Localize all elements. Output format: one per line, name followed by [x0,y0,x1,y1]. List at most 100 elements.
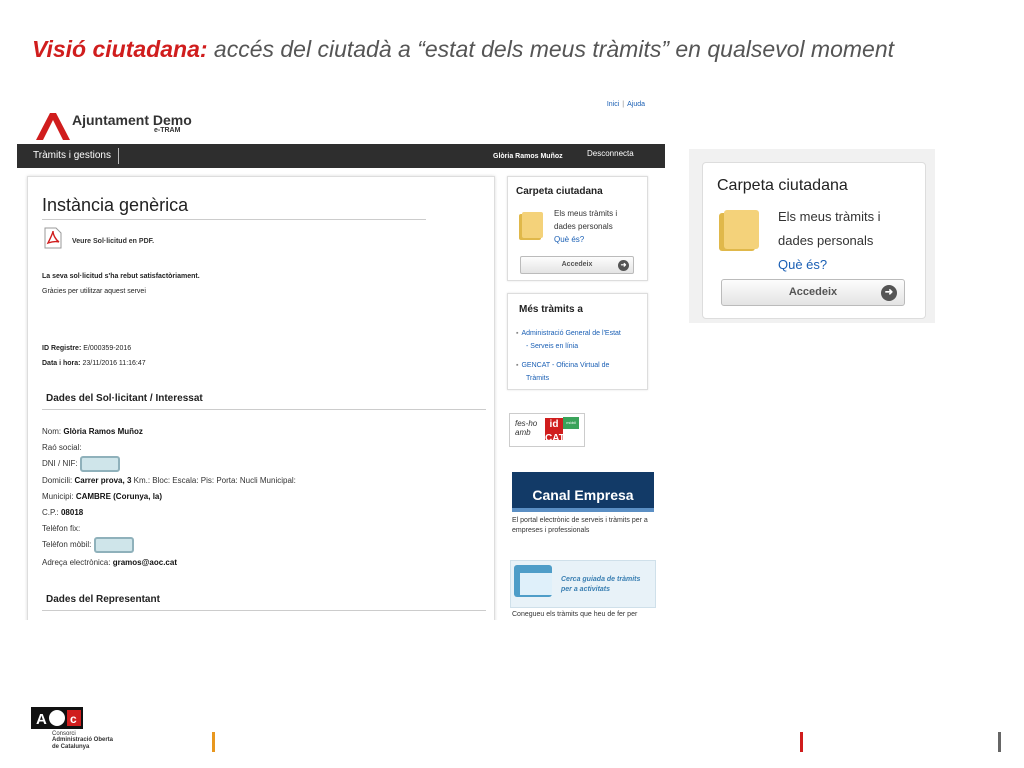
guide-line1: Cerca guiada de tràmits [561,576,641,583]
datetime-label: Data i hora: [42,360,81,367]
slide-title: Visió ciutadana: accés del ciutadà a “es… [32,36,894,63]
folder-icon [719,210,759,251]
menu-procedures[interactable]: Tràmits i gestions [33,150,111,161]
guided-search-banner[interactable]: Cerca guiada de tràmits per a activitats [510,560,656,608]
item1-line2: - Serveis en línia [526,342,579,350]
more-item-state[interactable]: ▪ Administració General de l'Estat - Serv… [516,328,621,353]
arrow-right-icon: ➜ [618,260,629,271]
zoom-desc-line1: Els meus tràmits i [778,209,881,224]
mobile-label: Telèfon mòbil: [42,540,92,550]
citizen-folder-panel: Carpeta ciutadana Els meus tràmits i dad… [507,176,648,281]
city-label: Municipi: [42,492,74,501]
canal-empresa-desc: El portal electrònic de serveis i tràmit… [512,517,648,535]
bullet-icon: ▪ [516,330,519,337]
idcat-banner[interactable]: fes-ho amb id CAT mòbil [509,413,585,447]
field-dni: DNI / NIF: [42,456,120,472]
user-name: Glòria Ramos Muñoz [493,153,563,160]
idcat-mobile: mòbil [563,417,579,429]
aoc-name: Consorci Administració Oberta de Catalun… [52,731,113,750]
company-label: Raó social: [42,443,82,452]
zip-value: 08018 [60,508,84,517]
registry-label: ID Registre: [42,345,82,352]
field-zip: C.P.: 08018 [42,508,83,517]
field-name: Nom: Glòria Ramos Muñoz [42,427,143,436]
registry-value: E/000359-2016 [83,345,132,352]
computer-icon [514,565,552,597]
svg-text:c: c [70,712,77,726]
canal-empresa-banner[interactable]: Canal Empresa [512,472,654,512]
more-item-gencat[interactable]: ▪ GENCAT - Oficina Virtual de Tràmits [516,360,609,385]
arrow-right-icon: ➜ [881,285,897,301]
pdf-icon[interactable] [44,227,62,249]
city-value: CAMBRE (Corunya, la) [75,492,163,501]
zoom-folder-desc: Els meus tràmits i dades personals Què é… [778,205,881,277]
ajuntament-logo-icon [36,113,70,140]
idcat-logo: id CAT [545,418,565,444]
success-message: La seva sol·licitud s'ha rebut satisfact… [42,273,200,280]
name-label: Nom: [42,427,62,436]
zoom-access-label: Accedeix [788,286,838,298]
citizen-folder-desc: Els meus tràmits i dades personals Què é… [554,207,617,247]
applicant-heading: Dades del Sol·licitant / Interessat [46,393,203,404]
name-value: Glòria Ramos Muñoz [63,427,143,436]
top-links: Inici | Ajuda [607,101,645,108]
address-value: Carrer prova, 3 [74,476,132,485]
phone-label: Telèfon fix: [42,524,81,533]
more-procedures-title: Més tràmits a [519,304,583,315]
logo-sub: e-TRAM [154,127,181,134]
folder-icon [519,212,543,240]
idcat-hand-line2: amb [515,427,531,437]
field-email: Adreça electrònica: gramos@aoc.cat [42,558,177,567]
aoc-line2: Administració Oberta [52,737,114,744]
help-link[interactable]: Ajuda [627,101,645,108]
guided-search-text: Cerca guiada de tràmits per a activitats [561,575,640,595]
pdf-link[interactable]: Veure Sol·licitud en PDF. [72,238,154,245]
link-separator: | [622,101,625,108]
email-label: Adreça electrònica: [42,558,111,567]
field-company: Raó social: [42,443,82,452]
zoomed-citizen-folder-card: Carpeta ciutadana Els meus tràmits i dad… [702,162,926,319]
item2-line1: GENCAT - Oficina Virtual de [521,362,610,369]
dni-masked [79,456,120,472]
guide-line2: per a activitats [561,586,611,594]
access-label: Accedeix [561,261,593,268]
slide-title-rest: accés del ciutadà a “estat dels meus trà… [207,36,895,62]
address-rest: Km.: Bloc: Escala: Pis: Porta: Nucli Mun… [133,476,296,485]
thanks-message: Gràcies per utilitzar aquest servei [42,288,146,295]
mobile-masked [93,537,134,553]
title-divider [42,219,426,220]
email-value: gramos@aoc.cat [112,558,177,567]
zoom-access-button[interactable]: Accedeix ➜ [721,279,905,306]
field-address: Domicili: Carrer prova, 3 Km.: Bloc: Esc… [42,476,296,485]
main-content: Instància genèrica Veure Sol·licitud en … [27,176,495,620]
slide-title-bold: Visió ciutadana: [32,36,208,62]
footer-bar-red [800,732,803,752]
registry-id: ID Registre: E/000359-2016 [42,345,131,352]
zoom-desc-line2: dades personals [778,233,874,248]
access-button[interactable]: Accedeix ➜ [520,256,634,274]
zoom-folder-title: Carpeta ciutadana [717,177,848,194]
zip-label: C.P.: [42,508,59,517]
navbar: Tràmits i gestions Glòria Ramos Muñoz De… [17,144,665,168]
aoc-line3: de Catalunya [52,743,90,750]
zoomed-citizen-folder: Carpeta ciutadana Els meus tràmits i dad… [689,149,935,323]
idcat-hand: fes-ho amb [515,419,537,438]
citizen-folder-title: Carpeta ciutadana [516,186,603,197]
datetime-value: 23/11/2016 11:16:47 [82,360,146,367]
registry-datetime: Data i hora: 23/11/2016 11:16:47 [42,360,146,367]
home-link[interactable]: Inici [607,101,619,108]
item1-line1: Administració General de l'Estat [521,330,621,337]
representative-divider [42,610,486,611]
what-is-link[interactable]: Què és? [554,233,617,246]
aoc-logo-icon: A c [31,707,83,729]
footer-bar-grey [998,732,1001,752]
desc-line1: Els meus tràmits i [554,209,618,218]
zoom-what-is-link[interactable]: Què és? [778,253,881,277]
svg-text:A: A [36,711,47,728]
logout-link[interactable]: Desconnecta [587,149,634,158]
footer-bar-orange [212,732,215,752]
field-city: Municipi: CAMBRE (Corunya, la) [42,492,162,501]
address-label: Domicili: [42,476,73,485]
logo-name: Ajuntament Demo [72,112,192,128]
dni-label: DNI / NIF: [42,459,78,469]
